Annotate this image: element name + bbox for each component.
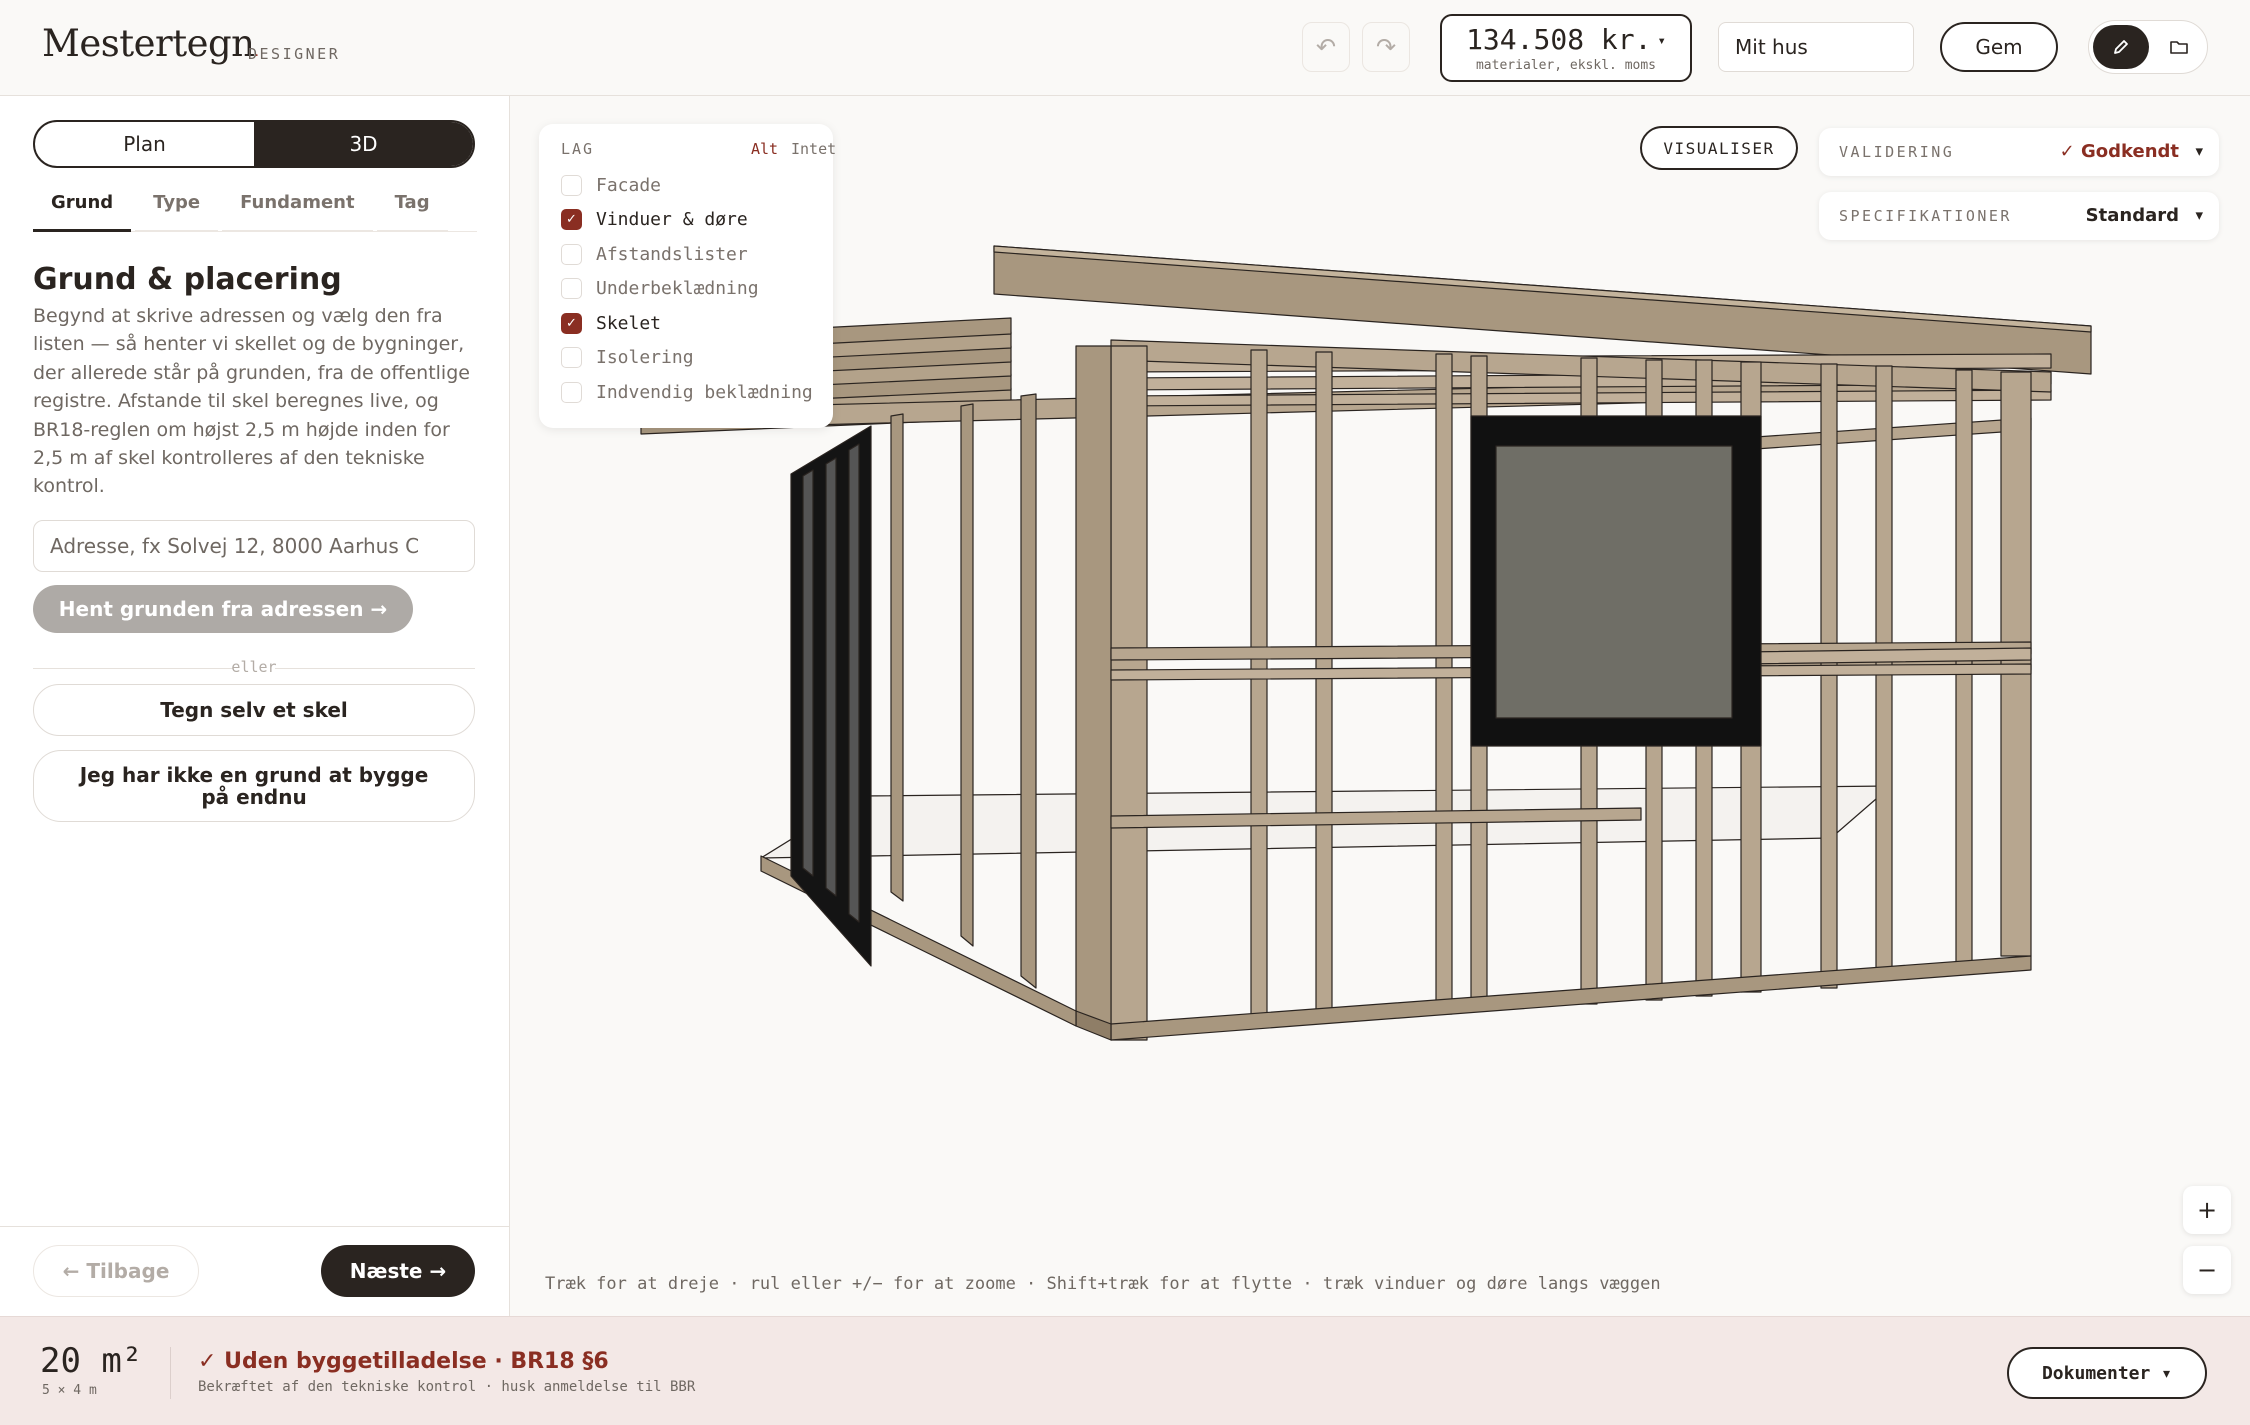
edit-mode-button[interactable] [2093,25,2149,69]
or-divider: eller [33,658,475,678]
draw-boundary-button[interactable]: Tegn selv et skel [33,684,475,736]
redo-icon: ↷ [1375,33,1397,61]
undo-button[interactable]: ↶ [1302,22,1350,72]
specifications-label: SPECIFIKATIONER [1839,207,2012,225]
save-button[interactable]: Gem [1940,22,2058,72]
redo-button[interactable]: ↷ [1362,22,1410,72]
validation-dropdown[interactable]: VALIDERING ✓ Godkendt ▾ [1819,128,2219,176]
layer-spacers[interactable]: Afstandslister [561,241,748,267]
folder-icon [2170,41,2188,54]
view-3d-button[interactable]: 3D [254,122,473,166]
plus-icon: + [2196,1196,2218,1224]
caret-down-icon: ▾ [1657,33,1666,49]
3d-viewport[interactable]: LAG Alt Intet Facade ✓ Vinduer & døre Afs… [511,96,2250,1316]
section-description: Begynd at skrive adressen og vælg den fr… [33,305,470,498]
floor-dimensions: 5 × 4 m [42,1383,97,1398]
minus-icon: − [2196,1256,2218,1284]
permit-note: Bekræftet af den tekniske kontrol · husk… [198,1379,696,1395]
sidebar: Plan 3D Grund Type Fundament Tag Grund &… [0,96,510,1316]
layer-insulation[interactable]: Isolering [561,344,694,370]
zoom-in-button[interactable]: + [2183,1186,2231,1234]
layer-skeleton[interactable]: ✓ Skelet [561,310,661,336]
price-subtitle: materialer, ekskl. moms [1475,58,1656,73]
back-button[interactable]: ← Tilbage [33,1245,199,1297]
checkbox[interactable] [561,346,582,368]
tab-fundament[interactable]: Fundament [222,192,373,232]
pencil-icon [2114,40,2128,54]
layer-facade[interactable]: Facade [561,172,661,198]
layers-select-all[interactable]: Alt [751,140,778,158]
layer-underlayment[interactable]: Underbeklædning [561,275,759,301]
check-icon: ✓ [566,315,577,331]
view-plan-button[interactable]: Plan [35,122,254,166]
checkbox[interactable] [561,174,582,196]
no-plot-button[interactable]: Jeg har ikke en grund at bygge på endnu [33,750,475,822]
validation-label: VALIDERING [1839,143,1955,161]
tab-grund[interactable]: Grund [33,192,132,232]
tab-tag[interactable]: Tag [376,192,448,232]
checkbox-checked[interactable]: ✓ [561,312,582,334]
checkbox-checked[interactable]: ✓ [561,208,582,230]
checkbox[interactable] [561,381,582,403]
app-subtitle: DESIGNER [248,45,341,63]
view-switch: Plan 3D [33,120,475,168]
floor-area: 20 m² [40,1341,143,1381]
logo: Mestertegn. [42,22,259,65]
top-bar: Mestertegn. DESIGNER ↶ ↷ 134.508 kr. ▾ ma… [0,0,2250,96]
or-label: eller [231,658,277,676]
address-input[interactable] [33,520,475,572]
fetch-plot-button[interactable]: Hent grunden fra adressen → [33,585,413,633]
layers-panel: LAG Alt Intet Facade ✓ Vinduer & døre Afs… [539,124,836,428]
layer-interior-cladding[interactable]: Indvendig beklædning [561,379,813,405]
validation-status: ✓ Godkendt [2059,141,2179,162]
documents-button[interactable]: Dokumenter ▾ [2007,1347,2207,1399]
checkbox[interactable] [561,277,582,299]
section-title: Grund & placering [33,262,342,297]
check-icon: ✓ [566,211,577,227]
divider [170,1347,171,1399]
specifications-dropdown[interactable]: SPECIFIKATIONER Standard ▾ [1819,192,2219,240]
project-name-input[interactable] [1718,22,1914,72]
navigation-hint: Træk for at dreje · rul eller +/− for at… [545,1274,1661,1294]
undo-icon: ↶ [1315,33,1337,61]
permit-status: ✓ Uden byggetilladelse · BR18 §6 [198,1349,609,1374]
caret-down-icon: ▾ [2195,206,2203,224]
sidebar-footer: ← Tilbage Næste → [0,1226,510,1316]
layers-select-none[interactable]: Intet [791,140,836,158]
status-bar: 20 m² 5 × 4 m ✓ Uden byggetilladelse · B… [0,1316,2250,1425]
zoom-out-button[interactable]: − [2183,1246,2231,1294]
price-summary-button[interactable]: 134.508 kr. ▾ materialer, ekskl. moms [1440,14,1692,82]
price-amount: 134.508 kr. [1466,23,1652,56]
layer-windows-doors[interactable]: ✓ Vinduer & døre [561,206,748,232]
checkbox[interactable] [561,243,582,265]
visualize-button[interactable]: VISUALISER [1640,126,1798,170]
tab-type[interactable]: Type [135,192,219,232]
mode-toggle [2088,20,2208,74]
next-button[interactable]: Næste → [321,1245,475,1297]
specifications-value: Standard [2085,205,2179,226]
caret-down-icon: ▾ [2195,142,2203,160]
step-tabs: Grund Type Fundament Tag [33,192,477,232]
projects-button[interactable] [2155,25,2203,69]
layers-title: LAG [561,140,595,158]
